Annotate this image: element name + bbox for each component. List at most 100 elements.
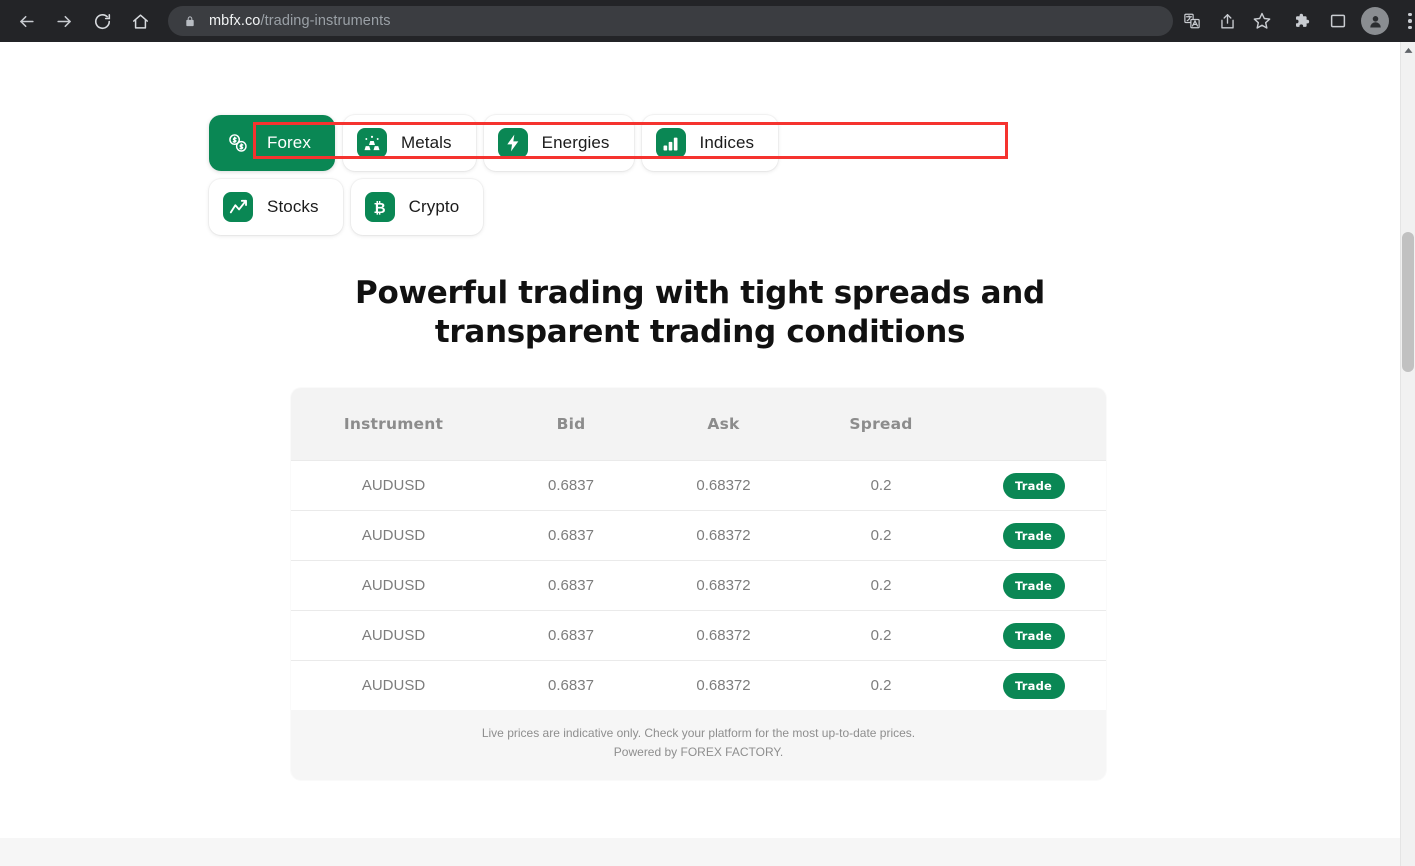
table-header-row: Instrument Bid Ask Spread [291, 388, 1106, 460]
tab-label: Metals [400, 133, 452, 152]
cell-ask: 0.68372 [696, 477, 751, 494]
cell-bid: 0.6837 [548, 527, 594, 544]
share-icon [1220, 13, 1234, 29]
cell-action: Trade [961, 672, 1106, 699]
cell-action: Trade [961, 522, 1106, 549]
tab-metals[interactable]: Metals [342, 115, 476, 171]
cell-instrument: AUDUSD [361, 677, 426, 694]
cell-instrument: AUDUSD [361, 627, 426, 644]
disclaimer-line-2: Powered by FOREX FACTORY. [613, 745, 784, 759]
url-path: /trading-instruments [260, 13, 391, 29]
trade-button[interactable]: Trade [1002, 672, 1065, 699]
line-chart-icon [223, 192, 253, 222]
profile-avatar-icon [1369, 15, 1381, 27]
side-panel-button[interactable] [1321, 4, 1355, 38]
instruments-table-card: Instrument Bid Ask Spread AUDUSD 0.6837 … [291, 388, 1106, 780]
reload-button[interactable] [84, 3, 120, 39]
cell-bid: 0.6837 [548, 477, 594, 494]
browser-tools [1285, 4, 1415, 38]
cell-ask: 0.68372 [696, 527, 751, 544]
tab-crypto[interactable]: ₿ Crypto [350, 179, 484, 235]
tab-stocks[interactable]: Stocks [209, 179, 343, 235]
omnibox-actions [1175, 4, 1279, 38]
menu-button[interactable] [1395, 4, 1415, 38]
tab-label: Indices [699, 133, 755, 152]
translate-button[interactable] [1175, 4, 1209, 38]
navigation-buttons [0, 3, 158, 39]
forward-button[interactable] [46, 3, 82, 39]
cell-spread: 0.2 [870, 677, 892, 694]
tab-indices[interactable]: Indices [641, 115, 779, 171]
instrument-category-tabs: Forex Metals Energies Indices Stocks ₿ C… [201, 107, 841, 243]
column-header-spread: Spread [849, 415, 913, 433]
url-host: mbfx.co [209, 13, 261, 29]
cell-spread: 0.2 [870, 477, 892, 494]
tab-label: Forex [267, 133, 311, 152]
back-arrow-icon [19, 15, 34, 27]
cell-action: Trade [961, 622, 1106, 649]
side-panel-icon [1330, 14, 1346, 28]
cell-bid: 0.6837 [548, 577, 594, 594]
column-header-bid: Bid [556, 415, 586, 433]
trade-button[interactable]: Trade [1002, 572, 1065, 599]
tab-label: Stocks [267, 197, 319, 216]
lock-icon [182, 13, 198, 29]
page-title: Powerful trading with tight spreads and … [0, 274, 1400, 352]
three-dot-menu-icon [1408, 12, 1412, 17]
extensions-button[interactable] [1285, 4, 1319, 38]
cell-ask: 0.68372 [696, 577, 751, 594]
cell-bid: 0.6837 [548, 677, 594, 694]
url-text: mbfx.co/trading-instruments [209, 13, 391, 29]
table-disclaimer: Live prices are indicative only. Check y… [291, 710, 1106, 780]
tab-forex[interactable]: Forex [209, 115, 335, 171]
bitcoin-icon: ₿ [364, 192, 395, 222]
page-title-line-2: transparent trading conditions [434, 314, 966, 350]
share-button[interactable] [1210, 4, 1244, 38]
extensions-puzzle-icon [1295, 13, 1309, 27]
cell-spread: 0.2 [870, 527, 892, 544]
forward-arrow-icon [56, 15, 71, 27]
page-content: Forex Metals Energies Indices Stocks ₿ C… [0, 42, 1400, 866]
cell-spread: 0.2 [870, 577, 892, 594]
page-bottom-section [0, 838, 1400, 866]
table-row: AUDUSD 0.6837 0.68372 0.2 Trade [291, 610, 1106, 660]
cell-instrument: AUDUSD [361, 577, 426, 594]
column-header-ask: Ask [707, 415, 740, 433]
trade-button[interactable]: Trade [1002, 622, 1065, 649]
lightning-bolt-icon [497, 128, 528, 158]
bar-chart-icon [655, 128, 686, 158]
table-row: AUDUSD 0.6837 0.68372 0.2 Trade [291, 460, 1106, 510]
tab-label: Crypto [408, 197, 460, 216]
tab-energies[interactable]: Energies [483, 115, 634, 171]
cell-spread: 0.2 [870, 627, 892, 644]
trade-button[interactable]: Trade [1002, 522, 1065, 549]
page-title-line-1: Powerful trading with tight spreads and [355, 275, 1045, 311]
profile-button[interactable] [1361, 7, 1389, 35]
back-button[interactable] [8, 3, 44, 39]
cell-instrument: AUDUSD [361, 477, 426, 494]
column-header-instrument: Instrument [343, 415, 444, 433]
table-row: AUDUSD 0.6837 0.68372 0.2 Trade [291, 560, 1106, 610]
scroll-up-arrow-icon[interactable] [1401, 42, 1415, 58]
table-row: AUDUSD 0.6837 0.68372 0.2 Trade [291, 510, 1106, 560]
disclaimer-line-1: Live prices are indicative only. Check y… [481, 726, 916, 740]
bookmark-star-icon [1253, 12, 1271, 29]
address-bar[interactable]: mbfx.co/trading-instruments [168, 6, 1173, 36]
cell-instrument: AUDUSD [361, 527, 426, 544]
home-icon [132, 13, 148, 29]
home-button[interactable] [122, 3, 158, 39]
cell-action: Trade [961, 472, 1106, 499]
cell-action: Trade [961, 572, 1106, 599]
table-row: AUDUSD 0.6837 0.68372 0.2 Trade [291, 660, 1106, 710]
scrollbar-thumb[interactable] [1402, 232, 1414, 372]
cell-ask: 0.68372 [696, 677, 751, 694]
vertical-scrollbar[interactable] [1400, 42, 1415, 866]
currency-exchange-icon [223, 128, 253, 158]
bookmark-button[interactable] [1245, 4, 1279, 38]
tab-label: Energies [541, 133, 610, 152]
reload-icon [94, 13, 110, 29]
cell-ask: 0.68372 [696, 627, 751, 644]
svg-text:₿: ₿ [374, 199, 386, 217]
trade-button[interactable]: Trade [1002, 472, 1065, 499]
translate-icon [1184, 13, 1200, 29]
